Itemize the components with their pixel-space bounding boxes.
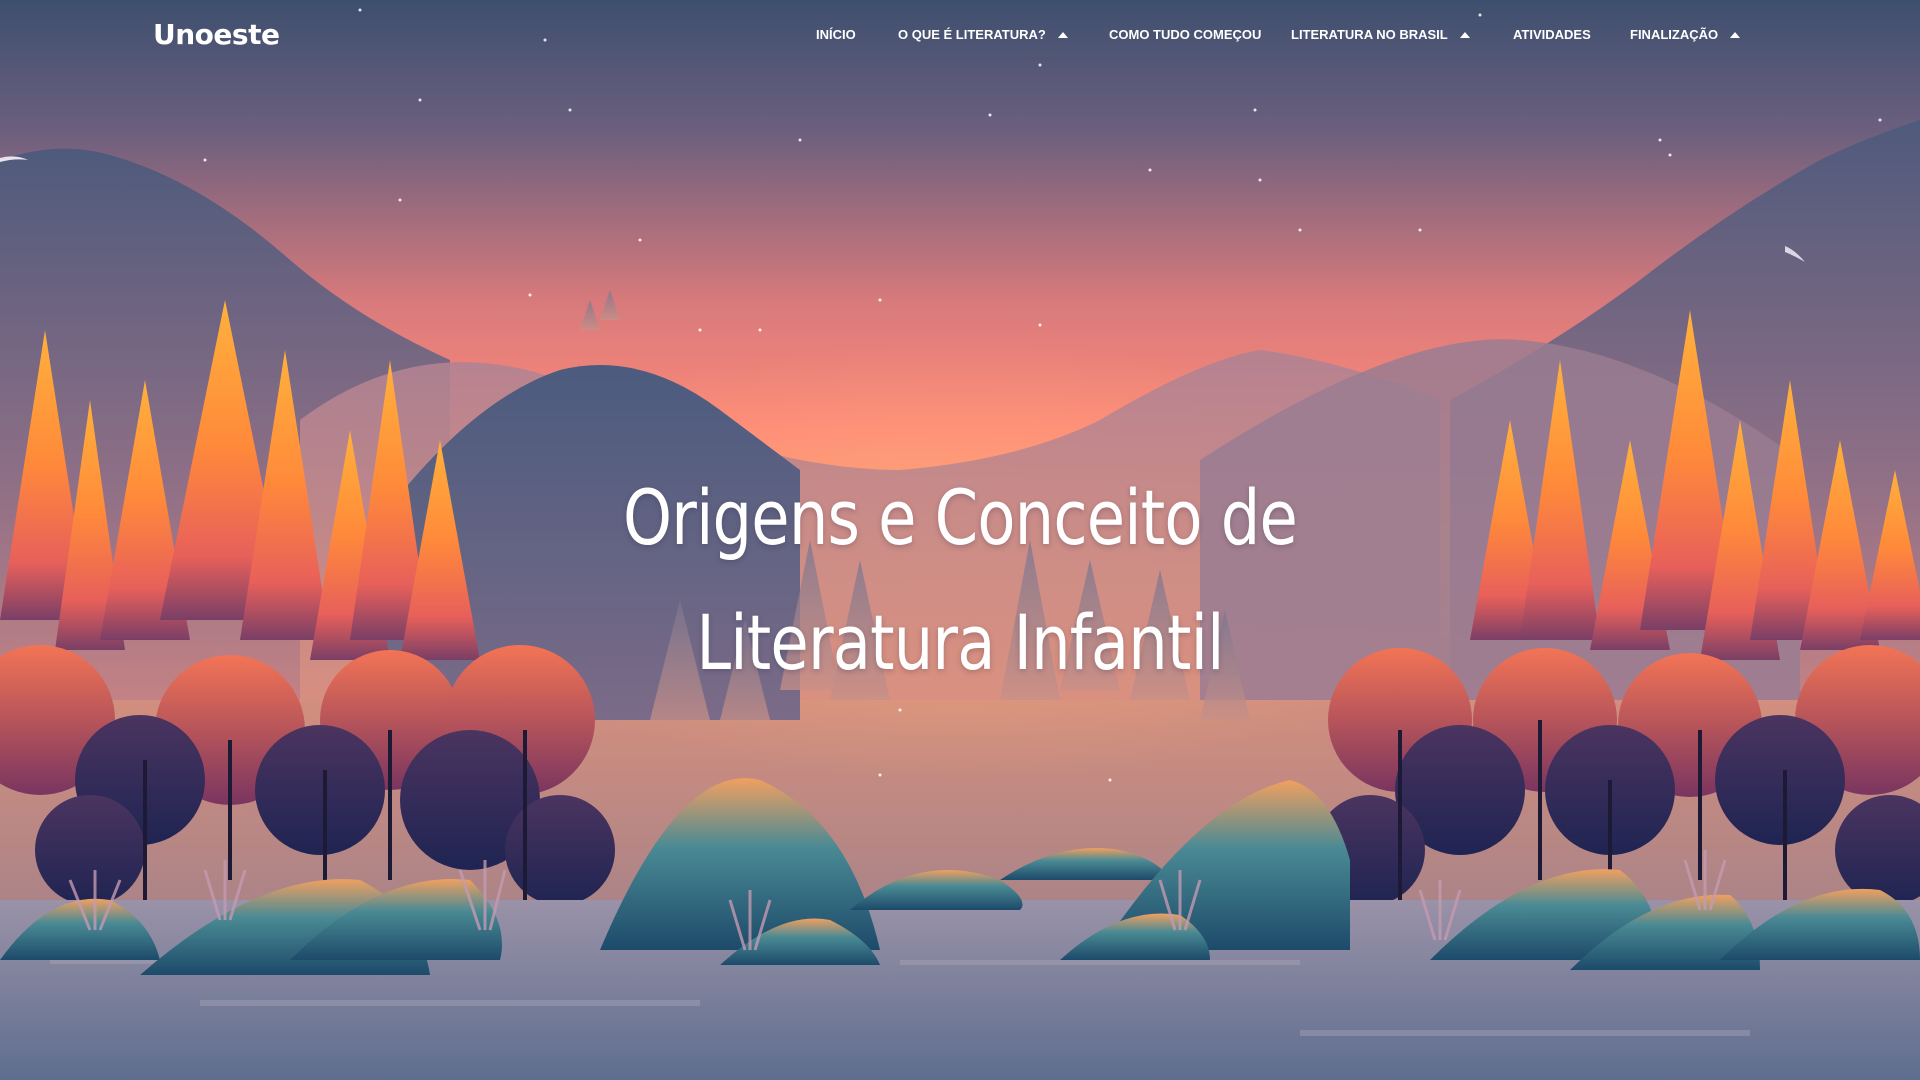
caret-up-icon — [1730, 31, 1741, 38]
unoeste-logo[interactable]: Unoeste — [153, 18, 280, 51]
nav-item-atividades[interactable]: ATIVIDADES — [1513, 27, 1591, 42]
nav-item-label: LITERATURA NO BRASIL — [1291, 27, 1448, 42]
nav-item-inicio[interactable]: INÍCIO — [816, 27, 856, 42]
nav-item-como-tudo-comecou[interactable]: COMO TUDO COMEÇOU — [1109, 27, 1261, 42]
hero-title-line-2: Literatura Infantil — [696, 598, 1224, 687]
caret-up-icon — [1057, 31, 1068, 38]
top-navigation: Unoeste INÍCIO O QUE É LITERATURA? COMO … — [0, 0, 1920, 70]
hero-title-line-1: Origens e Conceito de — [623, 473, 1298, 562]
nav-item-finalizacao[interactable]: FINALIZAÇÃO — [1630, 27, 1741, 42]
nav-item-label: O QUE É LITERATURA? — [898, 27, 1046, 42]
nav-item-label: COMO TUDO COMEÇOU — [1109, 27, 1262, 42]
nav-item-o-que-e-literatura[interactable]: O QUE É LITERATURA? — [898, 27, 1068, 42]
hero-title: Origens e Conceito de Literatura Infanti… — [173, 455, 1747, 705]
caret-up-icon — [1459, 31, 1470, 38]
nav-item-label: FINALIZAÇÃO — [1630, 27, 1719, 42]
nav-item-label: ATIVIDADES — [1513, 27, 1591, 42]
nav-item-literatura-no-brasil[interactable]: LITERATURA NO BRASIL — [1291, 27, 1470, 42]
nav-item-label: INÍCIO — [816, 27, 856, 42]
